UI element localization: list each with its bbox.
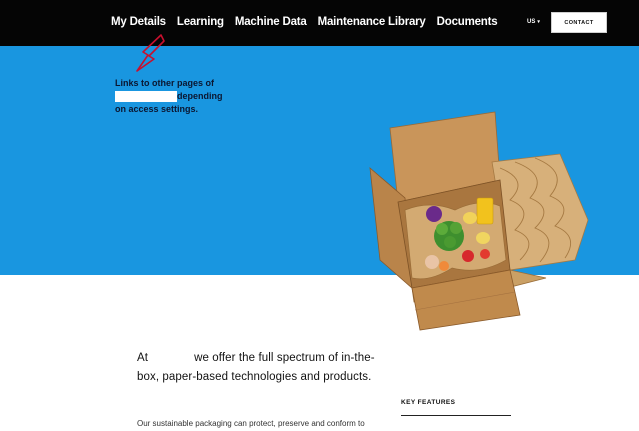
intro-paragraph: At we offer the full spectrum of in-the-b… [137, 349, 377, 387]
intro-text: we offer the full spectrum of in-the-box… [137, 352, 375, 383]
nav-link-my-details[interactable]: My Details [111, 16, 166, 28]
annotation-arrow-icon [136, 34, 165, 72]
annotation-line-1: Links to other pages of [115, 78, 215, 88]
nav-link-maintenance-library[interactable]: Maintenance Library [318, 16, 426, 28]
body-text: Our sustainable packaging can protect, p… [137, 419, 365, 428]
language-label: US [527, 19, 536, 25]
top-navigation-bar: My Details Learning Machine Data Mainten… [0, 0, 639, 46]
annotation-line-3: on access settings. [115, 104, 199, 114]
language-selector[interactable]: US ▾ [527, 19, 540, 25]
nav-link-learning[interactable]: Learning [177, 16, 224, 28]
redacted-block [115, 91, 177, 103]
annotation-line-2: depending [115, 90, 235, 103]
chevron-down-icon: ▾ [537, 19, 540, 25]
nav-link-machine-data[interactable]: Machine Data [235, 16, 307, 28]
intro-prefix: At [137, 352, 149, 364]
key-features-heading: KEY FEATURES [401, 399, 456, 406]
contact-button[interactable]: CONTACT [551, 12, 607, 33]
nav-link-documents[interactable]: Documents [437, 16, 498, 28]
annotation-line-2-text: depending [177, 91, 223, 101]
nav-links: My Details Learning Machine Data Mainten… [111, 16, 498, 28]
packaging-box-illustration [369, 111, 589, 331]
annotation-note: Links to other pages of depending on acc… [115, 77, 235, 116]
key-features-divider [401, 415, 511, 416]
